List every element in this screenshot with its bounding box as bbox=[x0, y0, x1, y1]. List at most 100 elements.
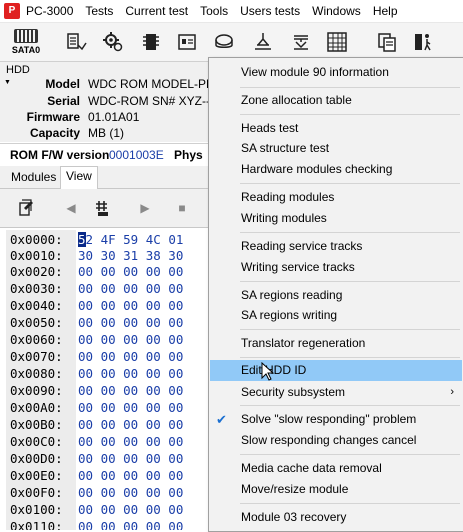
hex-row: 0x0060: 00 00 00 00 00 bbox=[10, 332, 183, 348]
hex-row: 0x00F0: 00 00 00 00 00 bbox=[10, 485, 183, 501]
menu-current-test[interactable]: Current test bbox=[119, 0, 194, 22]
tab-modules[interactable]: Modules bbox=[6, 168, 61, 187]
hex-bytes[interactable]: 00 00 00 00 00 bbox=[78, 417, 183, 432]
goto-offset-icon[interactable] bbox=[93, 199, 111, 217]
menu-item-writing-modules[interactable]: Writing modules bbox=[210, 208, 462, 229]
hex-bytes[interactable]: 00 00 00 00 00 bbox=[78, 281, 183, 296]
menu-item-edit-hdd-id[interactable]: Edit HDD ID bbox=[210, 360, 462, 381]
serial-label: Serial bbox=[47, 94, 80, 108]
firmware-label: Firmware bbox=[26, 110, 80, 124]
hex-offset: 0x0040: bbox=[10, 298, 63, 313]
menu-item-reading-service-tracks[interactable]: Reading service tracks bbox=[210, 236, 462, 257]
menu-item-label: Writing modules bbox=[241, 211, 327, 225]
menu-item-heads-test[interactable]: Heads test bbox=[210, 118, 462, 139]
hex-row: 0x0090: 00 00 00 00 00 bbox=[10, 383, 183, 399]
menu-item-writing-service-tracks[interactable]: Writing service tracks bbox=[210, 257, 462, 278]
menu-item-label: Writing service tracks bbox=[241, 260, 355, 274]
hex-offset: 0x00B0: bbox=[10, 417, 63, 432]
model-value: WDC ROM MODEL-PEE bbox=[88, 77, 210, 91]
menu-item-hardware-modules-checking[interactable]: Hardware modules checking bbox=[210, 159, 462, 180]
hex-cursor[interactable]: 5 bbox=[78, 232, 86, 247]
hex-bytes[interactable]: 30 30 31 38 30 bbox=[78, 248, 183, 263]
next-arrow-icon[interactable]: ▶ bbox=[136, 199, 154, 217]
hex-bytes[interactable]: 00 00 00 00 00 bbox=[78, 502, 183, 517]
previous-arrow-icon[interactable]: ◀ bbox=[62, 199, 80, 217]
menu-item-solve-slow-responding[interactable]: ✔ Solve "slow responding" problem bbox=[210, 409, 462, 430]
menu-item-label: Solve "slow responding" problem bbox=[241, 412, 417, 426]
submenu-arrow-icon: › bbox=[450, 386, 454, 398]
checkmark-icon: ✔ bbox=[216, 412, 227, 427]
hex-row: 0x00C0: 00 00 00 00 00 bbox=[10, 434, 183, 450]
menu-item-security-subsystem[interactable]: Security subsystem › bbox=[210, 382, 462, 403]
hex-offset: 0x00A0: bbox=[10, 400, 63, 415]
hex-bytes[interactable]: 00 00 00 00 00 bbox=[78, 298, 183, 313]
transistor-icon[interactable] bbox=[252, 31, 274, 53]
mouse-pointer-icon bbox=[261, 362, 275, 381]
hex-offset: 0x0020: bbox=[10, 264, 63, 279]
hex-bytes[interactable]: 00 00 00 00 00 bbox=[78, 383, 183, 398]
hex-dump-view[interactable]: 0x0000: 52 4F 59 4C 01 0x0010: 30 30 31 38… bbox=[0, 228, 210, 530]
menu-windows[interactable]: Windows bbox=[306, 0, 367, 22]
menu-item-label: Security subsystem bbox=[241, 385, 346, 399]
hex-offset: 0x0060: bbox=[10, 332, 63, 347]
view-toolbar: ◀ ▶ ■ bbox=[0, 189, 210, 228]
firmware-value: 01.01A01 bbox=[88, 110, 140, 124]
grid-icon[interactable] bbox=[326, 31, 348, 53]
hdd-firmware-row: Firmware 01.01A01 bbox=[0, 110, 210, 127]
menu-item-zone-allocation-table[interactable]: Zone allocation table bbox=[210, 90, 462, 111]
hex-row: 0x00E0: 00 00 00 00 00 bbox=[10, 468, 183, 484]
hex-bytes[interactable]: 00 00 00 00 00 bbox=[78, 485, 183, 500]
hex-bytes[interactable]: 2 4F 59 4C 01 bbox=[86, 232, 184, 247]
id-card-icon[interactable] bbox=[176, 31, 198, 53]
chip-icon[interactable] bbox=[140, 31, 162, 53]
menu-item-reading-modules[interactable]: Reading modules bbox=[210, 187, 462, 208]
edit-module-icon[interactable] bbox=[17, 199, 35, 217]
menu-item-translator-regeneration[interactable]: Translator regeneration bbox=[210, 333, 462, 354]
menu-item-media-cache-data-removal[interactable]: Media cache data removal bbox=[210, 458, 462, 479]
menu-item-view-module-90[interactable]: View module 90 information bbox=[210, 62, 462, 83]
hex-bytes[interactable]: 00 00 00 00 00 bbox=[78, 468, 183, 483]
menu-help[interactable]: Help bbox=[367, 0, 404, 22]
menu-separator bbox=[240, 232, 460, 233]
hex-bytes[interactable]: 00 00 00 00 00 bbox=[78, 366, 183, 381]
hex-bytes[interactable]: 00 00 00 00 00 bbox=[78, 349, 183, 364]
menu-item-module-03-recovery[interactable]: Module 03 recovery bbox=[210, 507, 462, 528]
menu-item-slow-responding-changes-cancel[interactable]: Slow responding changes cancel bbox=[210, 430, 462, 451]
menu-bar: P PC-3000 Tests Current test Tools Users… bbox=[0, 0, 463, 23]
hex-row: 0x0040: 00 00 00 00 00 bbox=[10, 298, 183, 314]
hex-bytes[interactable]: 00 00 00 00 00 bbox=[78, 264, 183, 279]
settings-icon[interactable] bbox=[102, 31, 124, 53]
hex-row: 0x0070: 00 00 00 00 00 bbox=[10, 349, 183, 365]
stop-icon[interactable]: ■ bbox=[173, 199, 191, 217]
hex-bytes[interactable]: 00 00 00 00 00 bbox=[78, 315, 183, 330]
menu-item-sa-regions-reading[interactable]: SA regions reading bbox=[210, 285, 462, 306]
menu-tools[interactable]: Tools bbox=[194, 0, 234, 22]
exit-icon[interactable] bbox=[412, 31, 434, 53]
menu-tests[interactable]: Tests bbox=[79, 0, 119, 22]
hex-row: 0x00A0: 00 00 00 00 00 bbox=[10, 400, 183, 416]
hex-bytes[interactable]: 00 00 00 00 00 bbox=[78, 434, 183, 449]
sata-port-button[interactable]: SATA0 bbox=[6, 27, 46, 57]
rom-fw-value: 0001003E bbox=[109, 148, 164, 162]
tab-view[interactable]: View bbox=[60, 166, 98, 189]
hex-bytes[interactable]: 00 00 00 00 00 bbox=[78, 332, 183, 347]
hex-row: 0x0000: 52 4F 59 4C 01 bbox=[10, 232, 183, 248]
capacitor-icon[interactable] bbox=[290, 31, 312, 53]
hex-bytes[interactable]: 00 00 00 00 00 bbox=[78, 519, 183, 530]
menu-separator bbox=[240, 87, 460, 88]
menu-separator bbox=[240, 281, 460, 282]
menu-item-sa-regions-writing[interactable]: SA regions writing bbox=[210, 305, 462, 326]
context-menu: View module 90 information Zone allocati… bbox=[208, 57, 463, 532]
hdd-icon[interactable] bbox=[214, 31, 236, 53]
hex-row: 0x0100: 00 00 00 00 00 bbox=[10, 502, 183, 518]
copy-icon[interactable] bbox=[376, 31, 398, 53]
modules-icon[interactable] bbox=[66, 31, 88, 53]
menu-item-label: Slow responding changes cancel bbox=[241, 433, 417, 447]
hex-bytes[interactable]: 00 00 00 00 00 bbox=[78, 400, 183, 415]
hdd-serial-row: Serial WDC-ROM SN# XYZ--- bbox=[0, 94, 210, 111]
menu-users-tests[interactable]: Users tests bbox=[234, 0, 306, 22]
hex-bytes[interactable]: 00 00 00 00 00 bbox=[78, 451, 183, 466]
menu-item-move-resize-module[interactable]: Move/resize module bbox=[210, 479, 462, 500]
menu-pc3000[interactable]: PC-3000 bbox=[26, 0, 79, 22]
menu-item-sa-structure-test[interactable]: SA structure test bbox=[210, 138, 462, 159]
